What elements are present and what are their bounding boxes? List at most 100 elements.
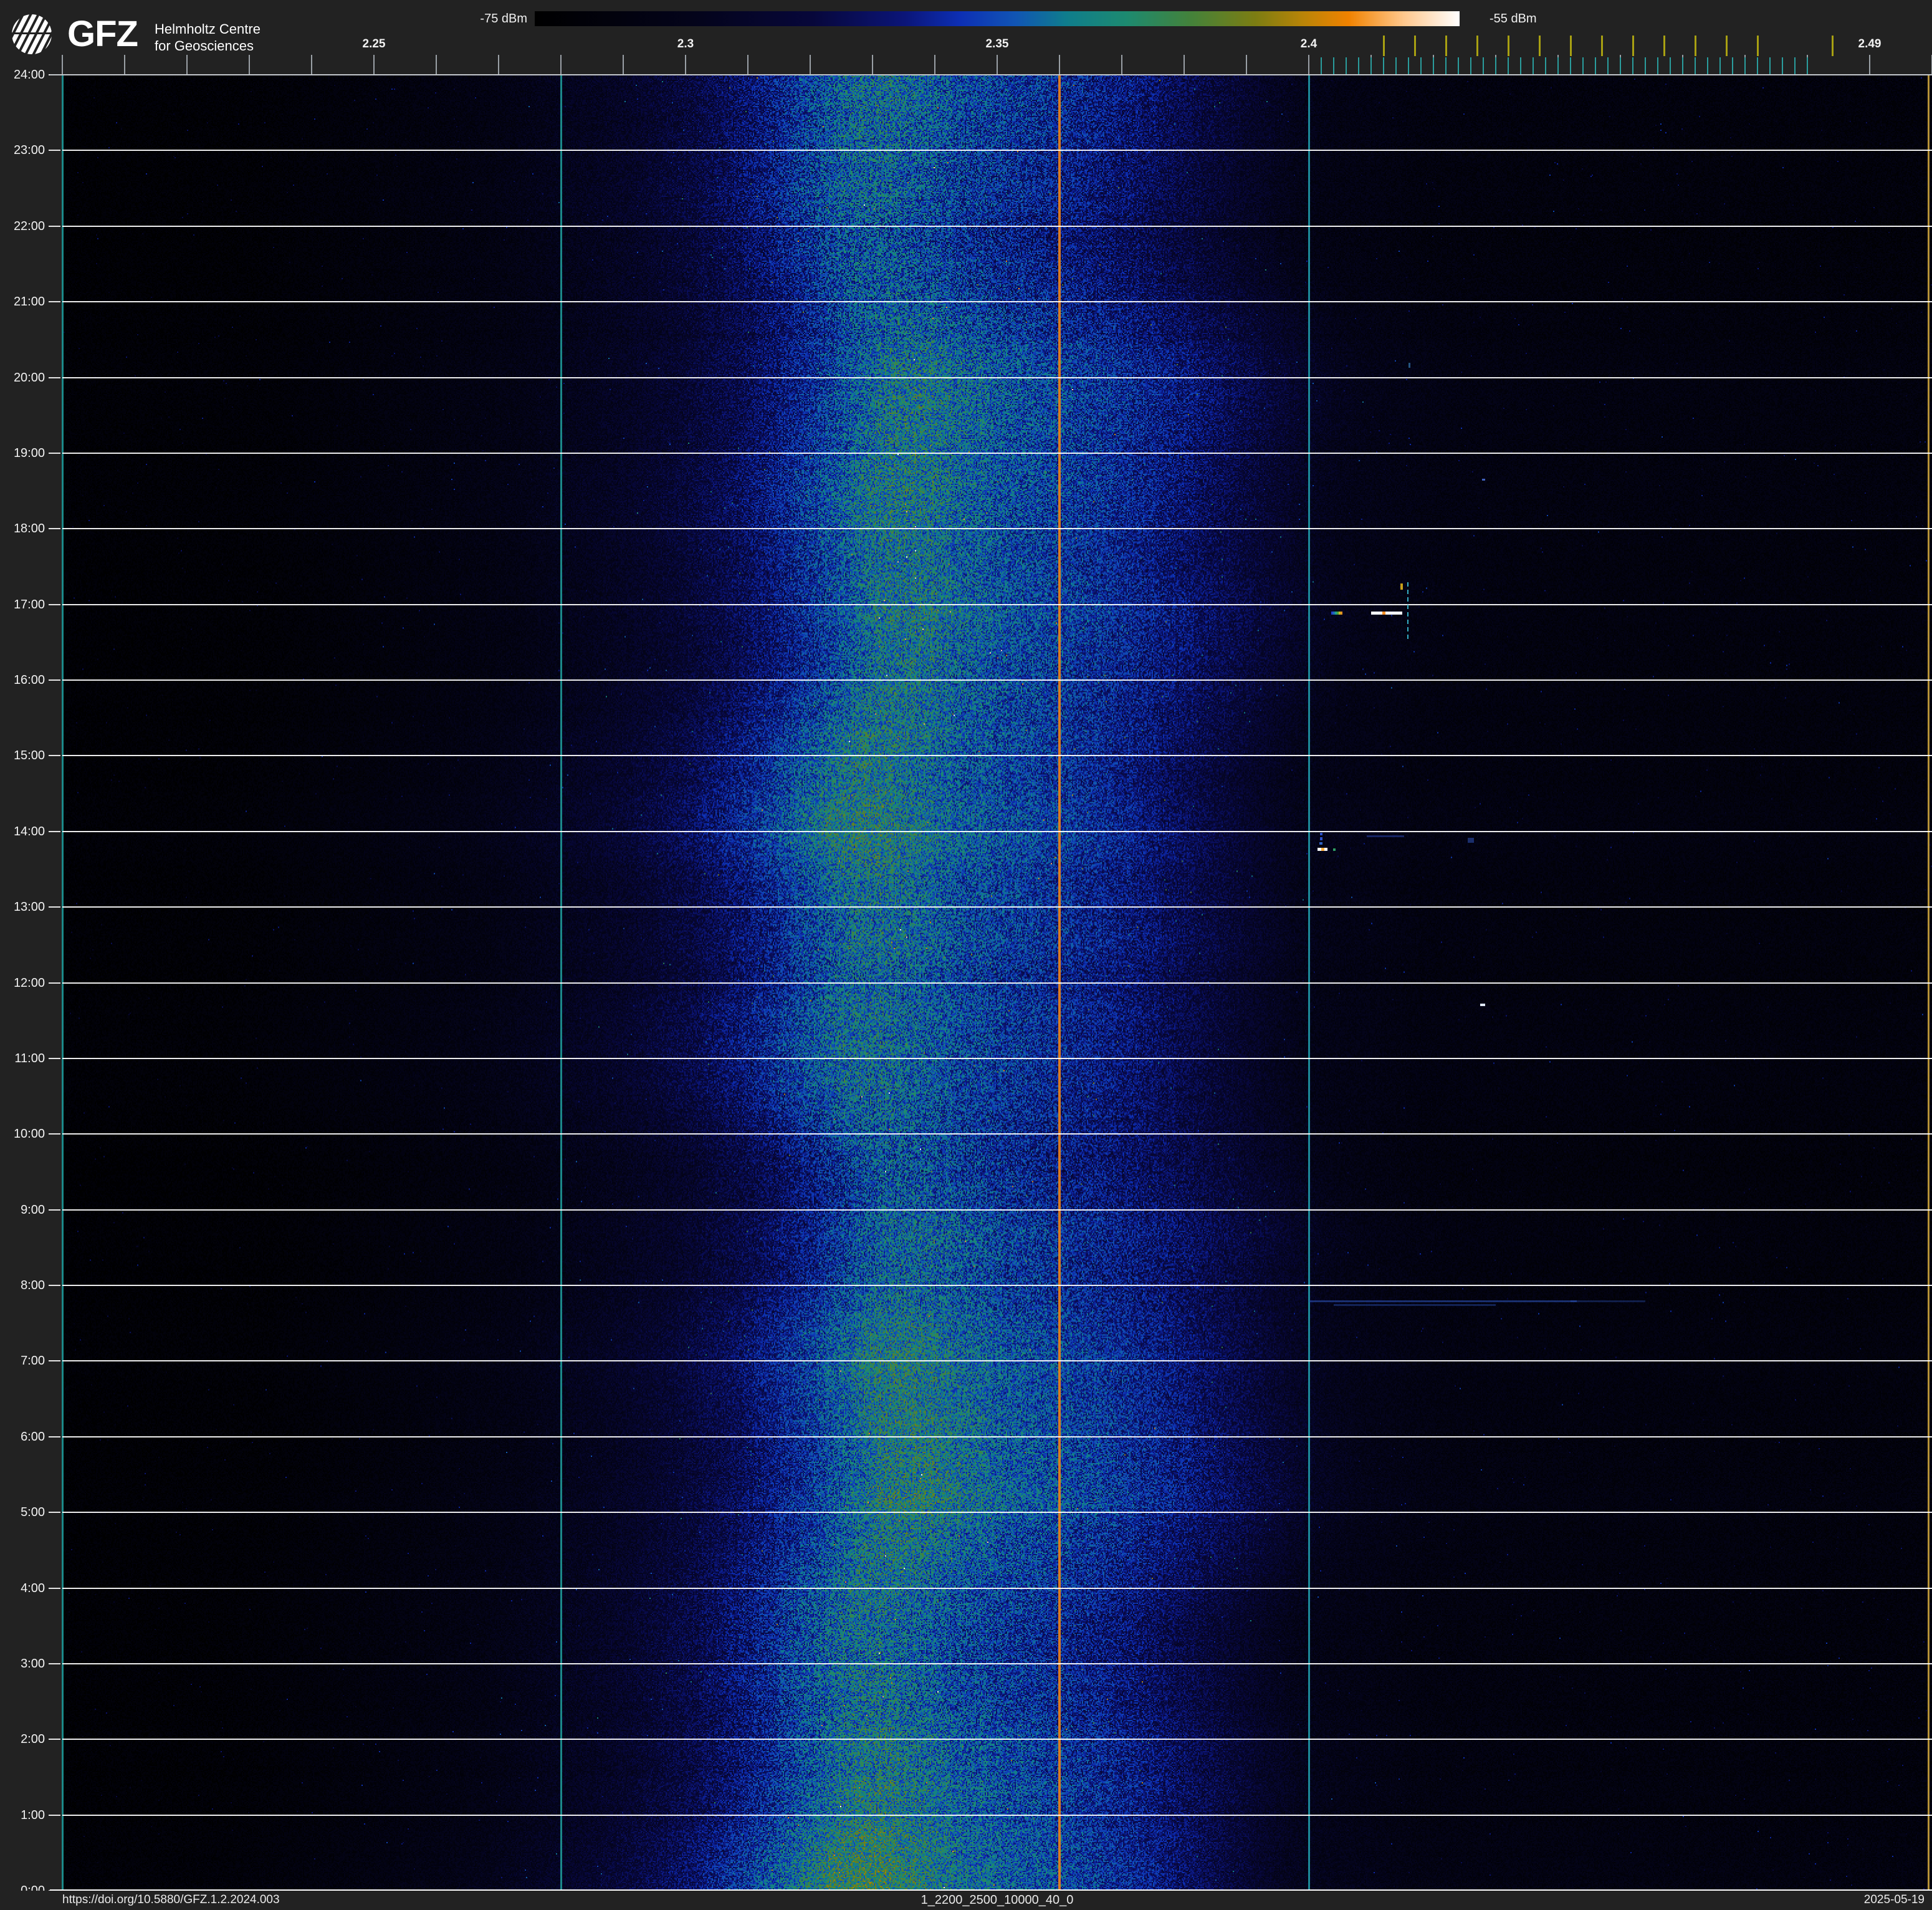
time-tick-label: 23:00 xyxy=(13,143,45,158)
time-tick-label: 15:00 xyxy=(13,749,45,763)
time-tick-label: 9:00 xyxy=(21,1202,45,1217)
hour-gridline xyxy=(62,755,1932,757)
time-tick xyxy=(49,1512,60,1514)
time-tick xyxy=(49,1587,60,1589)
time-tick xyxy=(49,377,60,378)
footer-bar: https://doi.org/10.5880/GFZ.1.2.2024.003… xyxy=(0,1891,1932,1910)
signal-event-mark xyxy=(1571,1300,1645,1302)
logo-subtitle: Helmholtz Centre for Geosciences xyxy=(155,21,261,54)
hour-gridline xyxy=(62,1663,1932,1664)
time-tick-label: 3:00 xyxy=(21,1656,45,1671)
time-tick-label: 8:00 xyxy=(21,1279,45,1292)
signal-event-mark xyxy=(1400,583,1403,590)
time-tick xyxy=(49,1360,60,1362)
signal-event-mark xyxy=(1367,835,1404,837)
hour-gridline xyxy=(62,982,1932,984)
time-tick-label: 20:00 xyxy=(13,370,45,385)
gfz-globe-icon xyxy=(12,14,52,54)
hour-gridline xyxy=(62,1436,1932,1437)
time-tick xyxy=(49,1663,60,1664)
hour-gridline xyxy=(62,528,1932,530)
time-tick xyxy=(49,301,60,303)
spectrogram-plot xyxy=(61,75,1932,1891)
time-tick-label: 5:00 xyxy=(21,1505,45,1520)
time-tick xyxy=(49,603,60,605)
hour-gridline xyxy=(62,301,1932,303)
plot-overlay xyxy=(61,75,1932,1891)
signal-event-mark xyxy=(1407,582,1408,642)
hour-gridline xyxy=(62,1133,1932,1135)
hour-gridline xyxy=(62,1209,1932,1211)
hour-gridline xyxy=(62,150,1932,151)
header: GFZ Helmholtz Centre for Geosciences -75… xyxy=(0,0,1932,75)
time-tick-label: 7:00 xyxy=(21,1354,45,1368)
time-tick-label: 21:00 xyxy=(13,295,45,309)
spectrogram-page: GFZ Helmholtz Centre for Geosciences -75… xyxy=(0,0,1932,1910)
signal-event-mark xyxy=(1320,833,1322,835)
hour-gridline xyxy=(62,1360,1932,1362)
doi-link[interactable]: https://doi.org/10.5880/GFZ.1.2.2024.003 xyxy=(62,1893,280,1907)
hour-gridline xyxy=(62,679,1932,681)
logo-subtitle-line1: Helmholtz Centre xyxy=(155,21,261,37)
colorbar-min-label: -75 dBm xyxy=(480,12,527,26)
time-tick xyxy=(49,150,60,151)
time-tick xyxy=(49,1133,60,1135)
time-tick xyxy=(49,1285,60,1286)
time-tick xyxy=(49,906,60,908)
signal-event-mark xyxy=(1309,1300,1577,1302)
time-tick-label: 10:00 xyxy=(13,1127,45,1141)
signal-event-mark xyxy=(1382,612,1385,615)
time-tick xyxy=(49,452,60,454)
time-tick-label: 2:00 xyxy=(21,1732,45,1747)
colorbar-gradient xyxy=(535,11,1460,26)
time-tick-label: 1:00 xyxy=(21,1808,45,1822)
signal-event-mark xyxy=(1319,842,1322,845)
signal-event-mark xyxy=(1371,612,1402,615)
time-tick xyxy=(49,1209,60,1211)
time-tick xyxy=(49,1436,60,1437)
time-tick-label: 22:00 xyxy=(13,219,45,233)
signal-event-mark xyxy=(1324,848,1327,851)
time-tick-label: 12:00 xyxy=(13,976,45,990)
hour-gridline xyxy=(62,225,1932,227)
hour-gridline xyxy=(62,830,1932,832)
time-tick-label: 18:00 xyxy=(13,522,45,536)
time-tick xyxy=(49,1739,60,1740)
time-tick-label: 6:00 xyxy=(21,1429,45,1444)
time-tick-label: 13:00 xyxy=(13,900,45,914)
time-tick xyxy=(49,679,60,681)
date-label: 2025-05-19 xyxy=(1863,1893,1925,1906)
hour-gridline xyxy=(62,452,1932,454)
hour-gridline xyxy=(62,1587,1932,1589)
hour-gridline xyxy=(62,377,1932,378)
filename-label: 1_2200_2500_10000_40_0 xyxy=(921,1893,1074,1907)
hour-gridline xyxy=(62,1814,1932,1816)
time-tick-label: 17:00 xyxy=(13,597,45,612)
signal-event-mark xyxy=(1408,363,1410,368)
hour-gridline xyxy=(62,1285,1932,1286)
time-tick-label: 19:00 xyxy=(13,446,45,460)
time-tick xyxy=(49,755,60,757)
hour-gridline xyxy=(62,1512,1932,1514)
signal-event-mark xyxy=(1480,1004,1485,1006)
hour-gridline xyxy=(62,1739,1932,1740)
hour-gridline xyxy=(62,1057,1932,1059)
signal-event-mark xyxy=(1482,479,1485,481)
logo-org-text: GFZ xyxy=(67,14,138,54)
logo-subtitle-line2: for Geosciences xyxy=(155,38,254,54)
time-tick-label: 14:00 xyxy=(13,824,45,838)
signal-event-mark xyxy=(1334,1304,1496,1306)
time-tick xyxy=(49,982,60,984)
signal-event-mark xyxy=(1468,838,1474,843)
time-tick-label: 16:00 xyxy=(13,673,45,687)
time-tick-label: 4:00 xyxy=(21,1581,45,1595)
time-tick xyxy=(49,830,60,832)
signal-event-mark xyxy=(1341,612,1342,615)
time-tick xyxy=(49,225,60,227)
time-tick-label: 11:00 xyxy=(14,1051,45,1065)
signal-event-mark xyxy=(1333,848,1336,851)
time-tick xyxy=(49,1057,60,1059)
signal-event-mark xyxy=(1320,837,1322,840)
hour-gridline xyxy=(62,603,1932,605)
hour-gridline xyxy=(62,906,1932,908)
